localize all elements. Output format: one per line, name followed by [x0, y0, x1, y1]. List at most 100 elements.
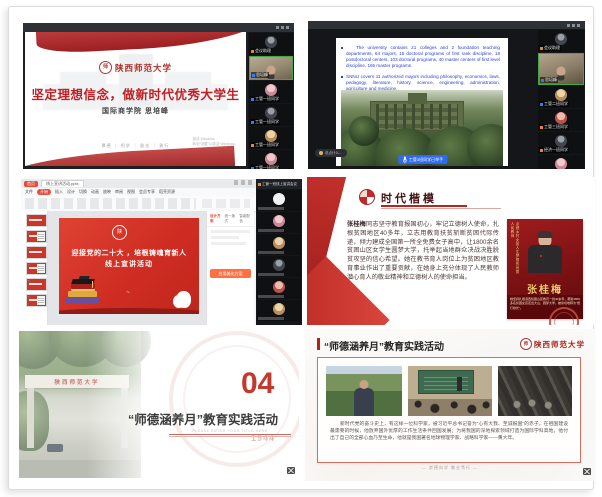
section-subtitle: PLEASE ENTER YOUR TITLE HERE — [169, 429, 291, 435]
menu-insert[interactable]: 插入 — [55, 189, 63, 195]
participant-tile[interactable]: 工管一班同学 — [249, 127, 293, 149]
man-figure — [354, 388, 374, 416]
slide-title-line2: 线上宣讲活动 — [59, 259, 199, 269]
participant-tile[interactable] — [257, 256, 301, 277]
participant-tile[interactable]: 经济一班同学 — [538, 132, 584, 154]
participant-name: 工管二班同学 — [539, 101, 569, 107]
menu-transition[interactable]: 切换 — [79, 189, 87, 195]
participant-tile[interactable]: 工管一班同学 — [249, 81, 293, 103]
meeting-sidebar: 工管一班线上宣讲会议 — [256, 179, 302, 325]
participant-tile[interactable] — [257, 300, 301, 321]
participant-tile[interactable]: 工管一班同学 — [249, 150, 293, 169]
slide-thumbnail[interactable]: 1 — [26, 214, 47, 227]
content-card: 新时代党的奋斗史上，有这样一位科学家，被习近平总书记誉为“心有大我、至诚报国”的… — [317, 357, 581, 463]
chat-bubble[interactable]: 说点什么… — [315, 149, 347, 157]
participant-tile[interactable] — [257, 278, 301, 299]
avatar — [265, 36, 277, 48]
window-controls-icon[interactable] — [234, 180, 254, 185]
raise-hand-toast[interactable]: 工管3班同学已举手 — [398, 155, 447, 164]
window-controls-icon[interactable] — [276, 26, 290, 29]
participant-tile-speaking[interactable]: 思培峰 — [249, 56, 293, 80]
participant-name: 工管一班同学 — [250, 96, 280, 102]
slide-thumbnail[interactable]: 6 — [26, 294, 47, 307]
meeting-window-university-intro: The university contains 21 colleges and … — [308, 21, 585, 169]
participant-tile[interactable]: 会议助理 — [538, 30, 584, 52]
participant-tile[interactable] — [257, 190, 301, 211]
participant-tile-speaking[interactable]: 思培峰 — [538, 53, 584, 85]
avatar — [555, 112, 567, 124]
menu-design[interactable]: 设计 — [67, 189, 75, 195]
placeholder-box-icon — [583, 468, 591, 475]
role-model-emblem-icon — [359, 189, 375, 205]
collage-page: 师 陕西师范大学 坚定理想信念，做新时代优秀大学生 国际商学院 思培峰 厚德 ｜… — [8, 6, 594, 490]
zhang-guimei-poster: 点燃乡村女孩人生梦想的优秀人民教师 张桂梅 她坚持扎根滇西贫困山区教育一线40余… — [507, 219, 583, 319]
title-accent-bar — [317, 338, 320, 350]
menu-docer[interactable]: 稻壳资源 — [159, 189, 175, 195]
participant-tile[interactable] — [257, 212, 301, 233]
participant-tile[interactable]: 会议助理 — [249, 33, 293, 55]
slide-title: “师德涵养月”教育实践活动 — [324, 338, 444, 353]
presence-icon — [540, 103, 543, 106]
menu-file[interactable]: 文件 — [25, 189, 33, 195]
participant-name: 工管一班同学 — [250, 119, 280, 125]
wps-titlebar: 首页 线上宣讲活动.pptx — [21, 179, 256, 188]
blackboard — [418, 370, 473, 394]
slide-thumbnail[interactable]: 5 — [26, 278, 47, 291]
slide-role-model: 时代楷模 张桂梅同志坚守教育报国初心，牢记立德树人使命，扎根贫困地区40多年，立… — [307, 177, 595, 325]
slide-thumbnail[interactable]: 2 — [26, 230, 47, 243]
participant-tile[interactable]: 工管三班同学 — [538, 109, 584, 131]
pane-tab-design[interactable]: 设计方案 — [210, 214, 222, 224]
mascot-character — [176, 291, 191, 308]
red-slide-20th-congress[interactable]: 陕 迎接党的二十大 ，培根铸魂育新人 线上宣讲活动 ~ — [59, 218, 199, 314]
menu-member[interactable]: 会员专享 — [139, 189, 155, 195]
university-seal-icon: 师 — [99, 61, 112, 74]
biography-text: 张桂梅同志坚守教育报国初心，牢记立德树人使命，扎根贫困地区40多年，立志用教育扶… — [347, 221, 499, 283]
meeting-titlebar — [308, 21, 585, 29]
wps-document-tab[interactable]: 线上宣讲活动.pptx — [41, 180, 84, 187]
menu-slideshow[interactable]: 放映 — [103, 189, 111, 195]
book-illustration — [65, 297, 99, 304]
participant-name — [258, 317, 284, 320]
microphone-icon — [402, 156, 407, 164]
window-controls-icon[interactable] — [567, 24, 581, 27]
title-underline — [381, 205, 467, 207]
menu-review[interactable]: 审阅 — [115, 189, 123, 195]
wps-screenshare-window: 首页 线上宣讲活动.pptx 文件 开始 插入 设计 切换 动画 放映 审阅 视… — [21, 179, 302, 325]
pane-tab-layout[interactable]: 统一版式 — [225, 214, 237, 224]
slide-thumbnail[interactable]: 4 — [26, 262, 47, 275]
presence-icon — [541, 79, 544, 82]
menu-home[interactable]: 开始 — [37, 189, 51, 195]
speaker-video — [557, 67, 566, 76]
story-paragraph: 新时代党的奋斗史上，有这样一位科学家，被习近平总书记誉为“心有大我、至诚报国”的… — [330, 422, 568, 442]
participant-tile[interactable] — [257, 234, 301, 255]
participant-strip: 会议助理 思培峰 工管一班同学 工管一班同学 工管一班同学 工管一班同学 — [248, 32, 294, 169]
menu-animation[interactable]: 动画 — [91, 189, 99, 195]
apply-beautify-button[interactable]: 应用美化方案 — [210, 269, 251, 278]
poster-name: 张桂梅 — [507, 281, 583, 296]
slide-thumbnail[interactable]: 3 — [26, 246, 47, 259]
menu-view[interactable]: 视图 — [127, 189, 135, 195]
meeting-window-ideals: 师 陕西师范大学 坚定理想信念，做新时代优秀大学生 国际商学院 思培峰 厚德 ｜… — [23, 23, 294, 169]
wps-ribbon[interactable] — [21, 196, 256, 212]
slide-section-04: 陕西师范大学 1944 04 “师德涵养月”教育实践活动 PLEASE ENTE… — [19, 331, 299, 478]
participant-tile[interactable]: 工管一班同学 — [538, 155, 584, 169]
presence-icon — [251, 121, 254, 124]
avatar — [273, 303, 285, 315]
participant-tile[interactable]: 工管一班同学 — [249, 104, 293, 126]
bullet-icon — [341, 76, 343, 78]
avatar — [273, 281, 285, 293]
participant-name — [258, 229, 284, 232]
avatar — [265, 130, 277, 142]
avatar — [273, 259, 285, 271]
pane-placeholder-line — [211, 230, 250, 233]
photo-fade-overlay — [19, 331, 169, 478]
participant-tile[interactable]: 工管二班同学 — [538, 86, 584, 108]
participant-name: 会议助理 — [539, 45, 561, 51]
bullet-icon — [341, 47, 343, 49]
slide-title-line1: 迎接党的二十大 ，培根铸魂育新人 — [59, 248, 199, 258]
pane-tab-color[interactable]: 智能配色 — [239, 214, 251, 224]
meeting-titlebar — [23, 23, 294, 32]
avatar — [273, 215, 285, 227]
wps-home-tab[interactable]: 首页 — [24, 181, 38, 187]
presence-icon — [540, 126, 543, 129]
